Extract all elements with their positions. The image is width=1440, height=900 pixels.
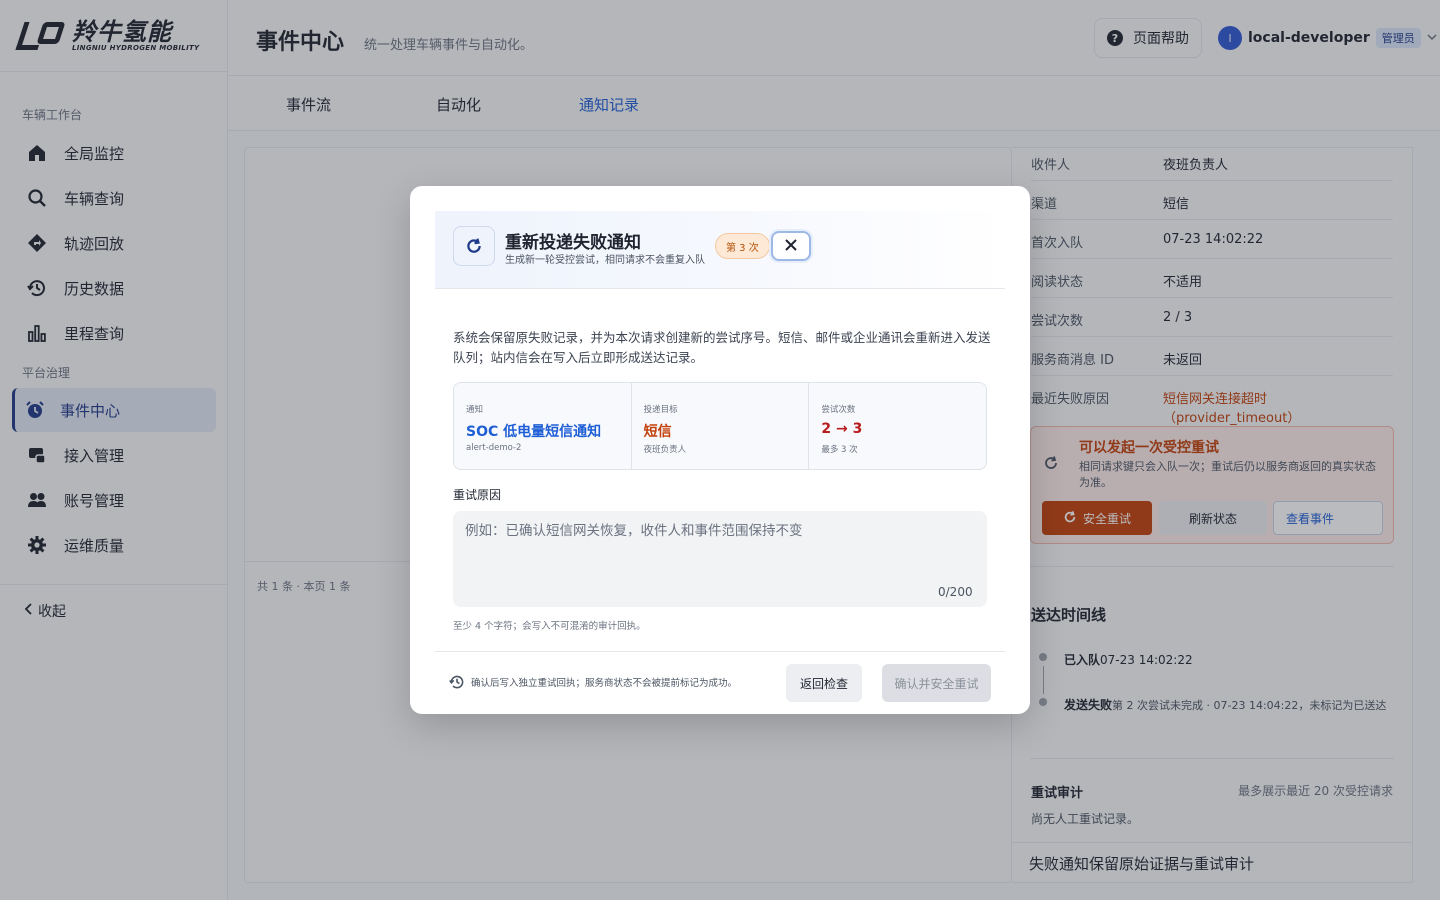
dialog-description: 系统会保留原失败记录，并为本次请求创建新的尝试序号。短信、邮件或企业通讯会重新进… [453,330,991,365]
char-counter: 0/200 [938,585,973,599]
attempt-badge: 第 3 次 [715,233,770,259]
dialog-subtitle: 生成新一轮受控尝试，相同请求不会重复入队 [505,255,705,266]
reason-hint: 至少 4 个字符；会写入不可混淆的审计回执。 [453,621,646,632]
history-icon [449,674,465,690]
summary-label: 投递目标 [643,405,678,415]
summary-value: SOC 低电量短信通知 [466,424,602,440]
dialog-footer-divider [435,651,1005,652]
summary-label: 尝试次数 [821,405,856,415]
summary-sub: 最多 3 次 [821,445,858,455]
confirm-retry-button[interactable]: 确认并安全重试 [882,664,991,702]
summary-notification: 通知 SOC 低电量短信通知 alert-demo-2 [454,383,632,469]
retry-reason-input[interactable] [453,511,987,607]
refresh-icon [453,226,495,266]
summary-label: 通知 [466,405,484,415]
dialog-footer-note: 确认后写入独立重试回执；服务商状态不会被提前标记为成功。 [471,678,738,689]
dialog-title: 重新投递失败通知 [505,233,641,253]
retry-summary-card: 通知 SOC 低电量短信通知 alert-demo-2 投递目标 短信 夜班负责… [453,382,987,470]
reason-label: 重试原因 [453,488,502,502]
summary-sub: 夜班负责人 [643,445,687,455]
close-button[interactable] [771,231,811,261]
summary-value: 2 → 3 [821,421,863,437]
close-icon [784,236,798,257]
retry-dialog: 重新投递失败通知 生成新一轮受控尝试，相同请求不会重复入队 第 3 次 系统会保… [410,186,1030,714]
summary-target: 投递目标 短信 夜班负责人 [632,383,810,469]
summary-sub: alert-demo-2 [466,443,522,453]
dialog-header: 重新投递失败通知 生成新一轮受控尝试，相同请求不会重复入队 第 3 次 [435,211,1005,289]
back-to-review-button[interactable]: 返回检查 [786,664,862,702]
summary-attempts: 尝试次数 2 → 3 最多 3 次 [809,383,986,469]
summary-value: 短信 [643,424,672,440]
